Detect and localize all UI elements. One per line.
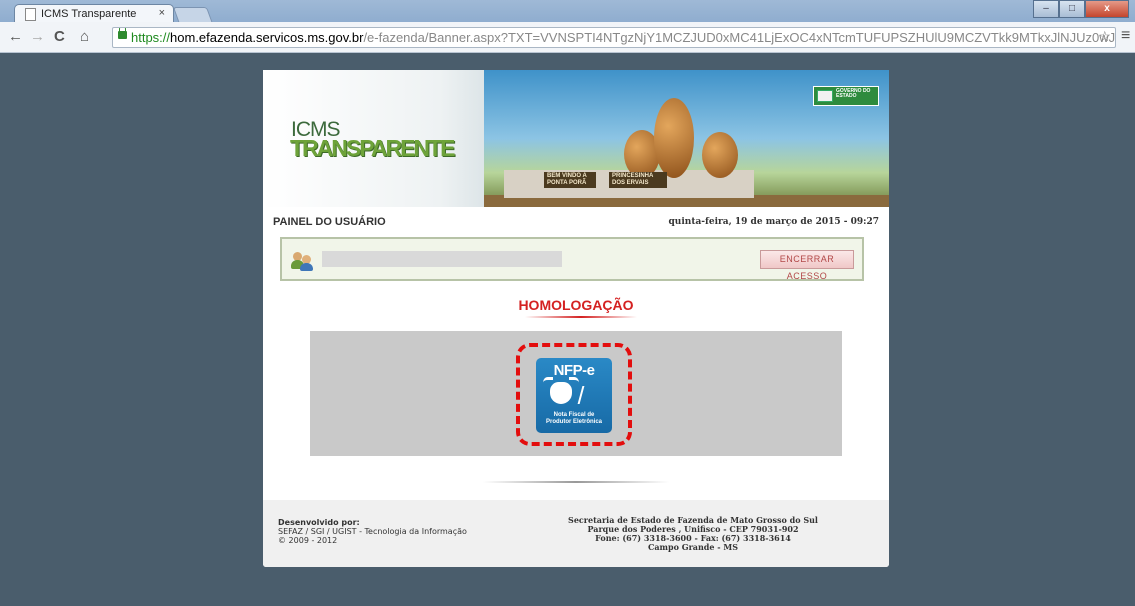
nfpe-subtitle: Nota Fiscal de Produtor Eletrônica xyxy=(536,412,612,426)
page-container: ICMS TRANSPARENTE GOVERNO DO ESTADO BEM … xyxy=(263,70,889,567)
sefaz-address: Secretaria de Estado de Fazenda de Mato … xyxy=(533,516,853,552)
forward-icon[interactable]: → xyxy=(30,28,45,45)
tab-title: ICMS Transparente xyxy=(41,8,137,20)
menu-icon[interactable]: ≡ xyxy=(1121,27,1130,45)
wheat-icon xyxy=(577,386,599,404)
home-icon[interactable]: ⌂ xyxy=(80,28,89,45)
environment-underline xyxy=(525,316,637,318)
logout-button[interactable]: ENCERRAR ACESSO xyxy=(760,250,854,281)
highlight-frame: NFP-e Nota Fiscal de Produtor Eletrônica xyxy=(516,343,632,446)
banner-sign-right: PRINCESINHA DOS ERVAIS xyxy=(609,172,667,188)
reload-icon[interactable]: C xyxy=(54,28,65,45)
current-date: quinta-feira, 19 de março de 2015 - 09:2… xyxy=(668,217,879,227)
bookmark-star-icon[interactable]: ☆ xyxy=(1098,28,1111,45)
close-window-button[interactable]: x xyxy=(1085,0,1129,18)
dev-years: © 2009 - 2012 xyxy=(278,536,338,545)
browser-toolbar: ← → C ⌂ https://hom.efazenda.servicos.ms… xyxy=(0,22,1135,53)
page-icon xyxy=(25,8,36,21)
state-flag-icon xyxy=(817,90,833,102)
browser-tab[interactable]: ICMS Transparente × xyxy=(14,4,174,23)
username-field-redacted xyxy=(322,251,562,267)
environment-label: HOMOLOGAÇÃO xyxy=(518,297,634,313)
minimize-button[interactable]: – xyxy=(1033,0,1059,18)
banner-sign-left: BEM VINDO A PONTA PORÃ xyxy=(544,172,596,188)
footer: Desenvolvido por: SEFAZ / SGI / UGIST - … xyxy=(263,500,889,567)
sefaz-line4: Campo Grande - MS xyxy=(648,542,738,552)
user-info-box: ENCERRAR ACESSO xyxy=(280,237,864,281)
dev-org: SEFAZ / SGI / UGIST - Tecnologia da Info… xyxy=(278,527,467,536)
applications-panel: NFP-e Nota Fiscal de Produtor Eletrônica xyxy=(310,331,842,456)
back-icon[interactable]: ← xyxy=(8,28,23,45)
logo-line2: TRANSPARENTE xyxy=(290,135,455,161)
government-badge: GOVERNO DO ESTADO xyxy=(813,86,879,106)
divider xyxy=(483,481,669,483)
users-icon xyxy=(291,250,313,271)
nfpe-app-button[interactable]: NFP-e Nota Fiscal de Produtor Eletrônica xyxy=(536,358,612,433)
icms-logo: ICMS TRANSPARENTE xyxy=(263,70,484,207)
header-banner-image: GOVERNO DO ESTADO BEM VINDO A PONTA PORÃ… xyxy=(484,70,889,207)
nfpe-subtitle-line2: Produtor Eletrônica xyxy=(545,419,602,425)
nfpe-subtitle-line1: Nota Fiscal de xyxy=(553,412,595,418)
url-text[interactable]: https://hom.efazenda.servicos.ms.gov.br/… xyxy=(131,30,1116,45)
lock-icon xyxy=(118,28,127,39)
url-path: /e-fazenda/Banner.aspx?TXT=VVNSPTI4NTgzN… xyxy=(363,30,1116,45)
browser-titlebar: ICMS Transparente × – □ x xyxy=(0,0,1135,24)
url-host: hom.efazenda.servicos.ms.gov.br xyxy=(170,30,364,45)
maximize-button[interactable]: □ xyxy=(1059,0,1085,18)
cow-icon xyxy=(543,377,579,404)
close-tab-icon[interactable]: × xyxy=(159,7,165,19)
user-panel-title: PAINEL DO USUÁRIO xyxy=(273,216,386,228)
dev-label: Desenvolvido por: xyxy=(278,518,360,527)
url-scheme: https:// xyxy=(131,30,171,45)
developer-info: Desenvolvido por: SEFAZ / SGI / UGIST - … xyxy=(278,518,467,545)
address-bar[interactable]: https://hom.efazenda.servicos.ms.gov.br/… xyxy=(112,27,1116,48)
gov-badge-text: GOVERNO DO ESTADO xyxy=(836,88,871,99)
window-controls: – □ x xyxy=(1033,0,1129,18)
cuia-sculpture xyxy=(702,132,738,178)
cuia-sculpture xyxy=(654,98,694,178)
